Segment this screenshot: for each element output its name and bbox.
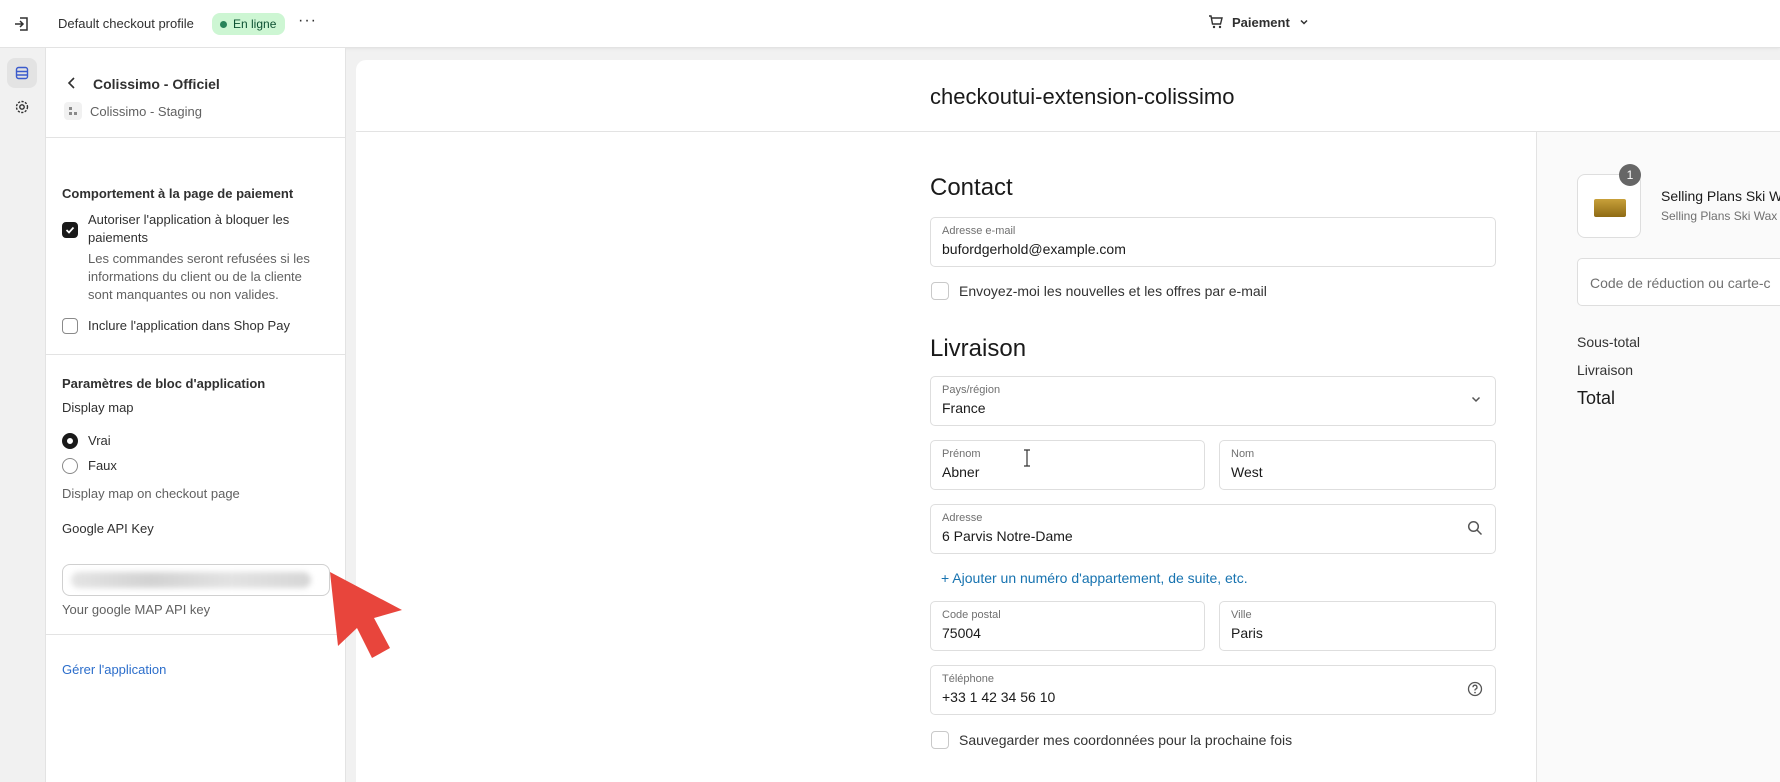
display-map-true-label: Vrai <box>88 433 111 448</box>
more-actions-icon[interactable]: ··· <box>298 12 317 30</box>
staging-label: Colissimo - Staging <box>90 104 202 119</box>
block-payments-label: Autoriser l'application à bloquer les <box>88 212 290 227</box>
cart-icon <box>1209 15 1223 29</box>
last-name-label: Nom <box>1231 448 1255 460</box>
product-variant: Selling Plans Ski Wax <box>1661 209 1778 223</box>
chevron-down-icon <box>1300 19 1308 25</box>
first-name-value: Abner <box>942 464 980 480</box>
phone-field[interactable]: Téléphone +33 1 42 34 56 10 <box>930 665 1496 715</box>
app-title: Colissimo - Officiel <box>93 76 220 92</box>
block-payments-help-line2: informations du client ou de la cliente <box>88 269 302 284</box>
panel-header: Colissimo - Officiel Colissimo - Staging <box>46 48 346 138</box>
api-key-help: Your google MAP API key <box>62 602 211 617</box>
contact-heading: Contact <box>930 174 1013 201</box>
product-name: Selling Plans Ski Wa <box>1661 188 1780 204</box>
last-name-value: West <box>1231 464 1263 480</box>
postal-code-value: 75004 <box>942 625 981 641</box>
phone-value: +33 1 42 34 56 10 <box>942 689 1056 705</box>
email-value: bufordgerhold@example.com <box>942 241 1126 257</box>
discount-code-placeholder: Code de réduction ou carte-c <box>1590 275 1771 291</box>
gear-icon <box>15 100 29 114</box>
back-arrow-icon[interactable] <box>66 76 78 95</box>
display-map-true-radio[interactable] <box>62 433 78 449</box>
profile-name: Default checkout profile <box>58 16 194 31</box>
help-circle-icon[interactable] <box>1467 681 1483 702</box>
divider <box>46 634 346 635</box>
email-field[interactable]: Adresse e-mail bufordgerhold@example.com <box>930 217 1496 267</box>
status-label: En ligne <box>233 17 277 31</box>
product-image <box>1594 199 1626 217</box>
settings-button[interactable] <box>7 92 37 122</box>
pointer-arrow-icon <box>326 568 406 669</box>
divider <box>46 354 346 355</box>
app-settings-panel: Colissimo - Officiel Colissimo - Staging… <box>46 48 346 782</box>
chevron-down-icon <box>1469 392 1483 411</box>
text-cursor-icon <box>1022 449 1032 472</box>
redacted-api-key <box>71 572 311 588</box>
address-value: 6 Parvis Notre-Dame <box>942 528 1073 544</box>
order-summary: 1 Selling Plans Ski Wa Selling Plans Ski… <box>1536 132 1780 782</box>
display-map-false-radio[interactable] <box>62 458 78 474</box>
exit-icon[interactable] <box>12 14 32 34</box>
save-info-label: Sauvegarder mes coordonnées pour la proc… <box>959 732 1293 748</box>
page-selector-label: Paiement <box>1232 14 1290 30</box>
block-payments-help-line3: sont manquantes ou non valides. <box>88 287 279 302</box>
newsletter-label: Envoyez-moi les nouvelles et les offres … <box>959 283 1267 299</box>
subtotal-label: Sous-total <box>1577 334 1641 350</box>
block-settings-title: Paramètres de bloc d'application <box>62 376 266 391</box>
block-payments-help: Les commandes seront refusées si les <box>88 251 310 266</box>
shop-pay-label: Inclure l'application dans Shop Pay <box>88 318 290 333</box>
city-field[interactable]: Ville Paris <box>1219 601 1496 651</box>
discount-code-input[interactable]: Code de réduction ou carte-c <box>1577 258 1780 306</box>
page-selector[interactable]: Paiement <box>1208 14 1310 30</box>
left-rail <box>0 48 46 782</box>
api-key-input[interactable] <box>62 564 330 596</box>
postal-code-label: Code postal <box>942 609 1001 621</box>
preview-header: checkoutui-extension-colissimo <box>356 60 1780 132</box>
status-badge: En ligne <box>212 13 286 35</box>
email-label: Adresse e-mail <box>942 225 1016 237</box>
quantity-badge: 1 <box>1619 164 1641 186</box>
address-field[interactable]: Adresse 6 Parvis Notre-Dame <box>930 504 1496 554</box>
total-label: Total <box>1577 388 1616 408</box>
country-label: Pays/région <box>942 384 1001 396</box>
city-label: Ville <box>1231 609 1252 621</box>
display-map-false-label: Faux <box>88 458 117 473</box>
phone-label: Téléphone <box>942 673 994 685</box>
add-apartment-link[interactable]: + Ajouter un numéro d'appartement, de su… <box>941 570 1248 586</box>
display-map-label: Display map <box>62 400 134 415</box>
city-value: Paris <box>1231 625 1263 641</box>
block-payments-checkbox[interactable] <box>62 222 78 238</box>
sections-icon <box>15 66 29 80</box>
checkout-preview: checkoutui-extension-colissimo Contact A… <box>356 60 1780 782</box>
newsletter-checkbox[interactable] <box>931 282 949 300</box>
staging-icon <box>64 102 82 120</box>
shop-pay-checkbox[interactable] <box>62 318 78 334</box>
behavior-section-title: Comportement à la page de paiement <box>62 186 294 201</box>
country-select[interactable]: Pays/région France <box>930 376 1496 426</box>
country-value: France <box>942 400 986 416</box>
block-payments-label-line2: paiements <box>88 230 148 245</box>
store-title: checkoutui-extension-colissimo <box>930 84 1235 109</box>
first-name-label: Prénom <box>942 448 981 460</box>
top-bar: Default checkout profile En ligne ··· Pa… <box>0 0 1780 48</box>
manage-app-link[interactable]: Gérer l'application <box>62 662 166 677</box>
save-info-checkbox[interactable] <box>931 731 949 749</box>
display-map-help: Display map on checkout page <box>62 486 240 501</box>
status-dot-icon <box>220 20 227 28</box>
search-icon[interactable] <box>1467 520 1483 541</box>
delivery-heading: Livraison <box>930 335 1027 362</box>
last-name-field[interactable]: Nom West <box>1219 440 1496 490</box>
postal-code-field[interactable]: Code postal 75004 <box>930 601 1205 651</box>
first-name-field[interactable]: Prénom Abner <box>930 440 1205 490</box>
sections-button[interactable] <box>7 58 37 88</box>
api-key-label: Google API Key <box>62 521 154 536</box>
address-label: Adresse <box>942 512 983 524</box>
shipping-label: Livraison <box>1577 362 1634 378</box>
